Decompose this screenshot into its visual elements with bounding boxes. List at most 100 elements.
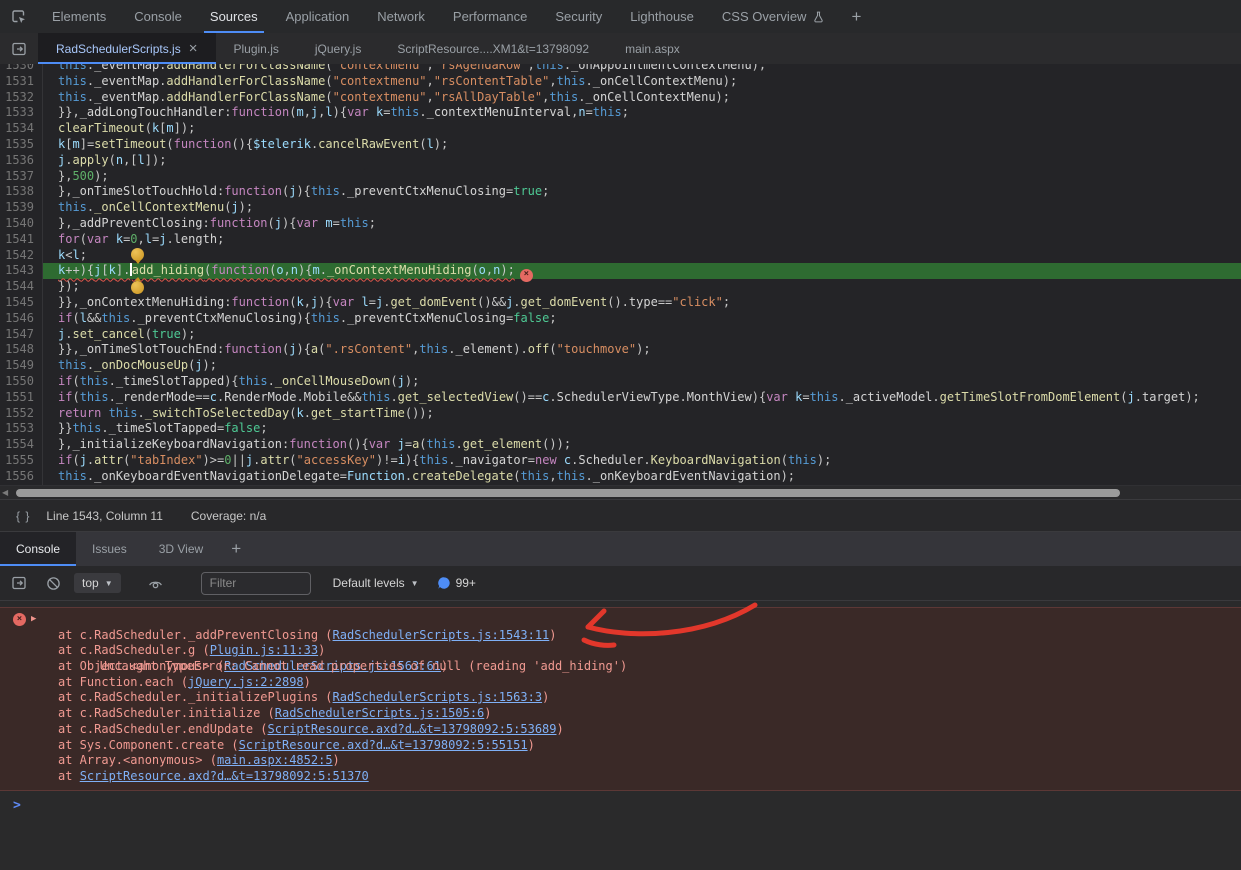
- line-number[interactable]: 1540: [0, 216, 43, 232]
- tab-console[interactable]: Console: [120, 0, 196, 33]
- code-line[interactable]: 1535k[m]=setTimeout(function(){$telerik.…: [0, 137, 1241, 153]
- live-expression-eye-icon[interactable]: [143, 570, 169, 596]
- line-number[interactable]: 1548: [0, 342, 43, 358]
- more-drawer-tabs-button[interactable]: +: [219, 532, 253, 566]
- console-prompt[interactable]: >: [0, 791, 1241, 813]
- stack-frame-link[interactable]: RadSchedulerScripts.js:1563:3: [333, 690, 543, 704]
- tab-css-overview[interactable]: CSS Overview: [708, 0, 840, 33]
- tab-application[interactable]: Application: [272, 0, 364, 33]
- code-line[interactable]: 1554},_initializeKeyboardNavigation:func…: [0, 437, 1241, 453]
- line-number[interactable]: 1537: [0, 169, 43, 185]
- line-number[interactable]: 1545: [0, 295, 43, 311]
- line-number[interactable]: 1554: [0, 437, 43, 453]
- line-number[interactable]: 1542: [0, 248, 43, 264]
- code-line[interactable]: 1531this._eventMap.addHandlerForClassNam…: [0, 74, 1241, 90]
- line-number[interactable]: 1546: [0, 311, 43, 327]
- inspect-element-icon[interactable]: [0, 0, 38, 33]
- drawer-tab-console[interactable]: Console: [0, 532, 76, 566]
- javascript-context-dropdown[interactable]: top ▼: [74, 573, 121, 593]
- line-number[interactable]: 1539: [0, 200, 43, 216]
- code-line[interactable]: 1536j.apply(n,[l]);: [0, 153, 1241, 169]
- close-icon[interactable]: ×: [189, 41, 198, 56]
- line-number[interactable]: 1533: [0, 105, 43, 121]
- drawer-tab-3d-view[interactable]: 3D View: [143, 532, 219, 566]
- scroll-left-arrow-icon[interactable]: ◀: [2, 488, 8, 497]
- line-number[interactable]: 1549: [0, 358, 43, 374]
- line-number[interactable]: 1553: [0, 421, 43, 437]
- stack-frame-link[interactable]: ScriptResource.axd?d…&t=13798092:5:55151: [239, 738, 528, 752]
- stack-frame-link[interactable]: ScriptResource.axd?d…&t=13798092:5:51370: [80, 769, 369, 783]
- line-number[interactable]: 1552: [0, 406, 43, 422]
- code-line[interactable]: 1533}},_addLongTouchHandler:function(m,j…: [0, 105, 1241, 121]
- code-line[interactable]: 1530this._eventMap.addHandlerForClassNam…: [0, 64, 1241, 74]
- code-line[interactable]: 1534clearTimeout(k[m]);: [0, 121, 1241, 137]
- code-line[interactable]: 1546if(l&&this._preventCtxMenuClosing){t…: [0, 311, 1241, 327]
- more-panels-button[interactable]: +: [839, 0, 873, 33]
- tab-security[interactable]: Security: [541, 0, 616, 33]
- code-line[interactable]: 1549this._onDocMouseUp(j);: [0, 358, 1241, 374]
- console-filter-input[interactable]: [201, 572, 311, 595]
- line-number[interactable]: 1544: [0, 279, 43, 295]
- tab-sources[interactable]: Sources: [196, 0, 272, 33]
- stack-frame-link[interactable]: main.aspx:4852:5: [217, 753, 333, 767]
- line-number[interactable]: 1531: [0, 74, 43, 90]
- tab-elements[interactable]: Elements: [38, 0, 120, 33]
- line-number[interactable]: 1555: [0, 453, 43, 469]
- code-line[interactable]: 1556this._onKeyboardEventNavigationDeleg…: [0, 469, 1241, 485]
- tab-lighthouse[interactable]: Lighthouse: [616, 0, 708, 33]
- selection-handle-top[interactable]: [131, 248, 144, 261]
- scrollbar-thumb[interactable]: [16, 489, 1120, 497]
- file-tab[interactable]: RadSchedulerScripts.js×: [38, 33, 216, 64]
- line-number[interactable]: 1534: [0, 121, 43, 137]
- code-line[interactable]: 1538},_onTimeSlotTouchHold:function(j){t…: [0, 184, 1241, 200]
- code-line[interactable]: 1540},_addPreventClosing:function(j){var…: [0, 216, 1241, 232]
- stack-frame-link[interactable]: RadSchedulerScripts.js:1505:6: [275, 706, 485, 720]
- file-tab[interactable]: ScriptResource....XM1&t=13798092: [379, 33, 607, 64]
- line-number[interactable]: 1541: [0, 232, 43, 248]
- stack-frame-link[interactable]: Plugin.js:11:33: [210, 643, 318, 657]
- stack-frame-link[interactable]: ScriptResource.axd?d…&t=13798092:5:53689: [268, 722, 557, 736]
- code-editor[interactable]: 1530this._eventMap.addHandlerForClassNam…: [0, 64, 1241, 485]
- code-line[interactable]: 1532this._eventMap.addHandlerForClassNam…: [0, 90, 1241, 106]
- line-number[interactable]: 1550: [0, 374, 43, 390]
- code-line[interactable]: 1555if(j.attr("tabIndex")>=0||j.attr("ac…: [0, 453, 1241, 469]
- file-tab[interactable]: Plugin.js: [216, 33, 297, 64]
- line-number[interactable]: 1551: [0, 390, 43, 406]
- file-tab[interactable]: main.aspx: [607, 33, 698, 64]
- line-number[interactable]: 1556: [0, 469, 43, 485]
- stack-frame-link[interactable]: RadSchedulerScripts.js:1543:11: [333, 628, 550, 642]
- line-number[interactable]: 1547: [0, 327, 43, 343]
- code-line[interactable]: 1541for(var k=0,l=j.length;: [0, 232, 1241, 248]
- issues-counter[interactable]: 99+: [437, 576, 476, 590]
- error-highlighted-line[interactable]: 1543k++){j[k].add_hiding(function(o,n){m…: [0, 263, 1241, 279]
- line-number[interactable]: 1543: [0, 263, 43, 279]
- code-line[interactable]: 1548}},_onTimeSlotTouchEnd:function(j){a…: [0, 342, 1241, 358]
- stack-frame-link[interactable]: jQuery.js:2:2898: [188, 675, 304, 689]
- expand-triangle-icon[interactable]: ▶: [31, 612, 36, 628]
- tab-network[interactable]: Network: [363, 0, 439, 33]
- code-line[interactable]: 1537},500);: [0, 169, 1241, 185]
- drawer-tab-issues[interactable]: Issues: [76, 532, 143, 566]
- code-line[interactable]: 1553}}this._timeSlotTapped=false;: [0, 421, 1241, 437]
- code-line[interactable]: 1544});: [0, 279, 1241, 295]
- clear-console-icon[interactable]: [40, 570, 66, 596]
- line-number[interactable]: 1535: [0, 137, 43, 153]
- selection-handle-bottom[interactable]: [131, 281, 144, 294]
- file-tab[interactable]: jQuery.js: [297, 33, 379, 64]
- code-line[interactable]: 1550if(this._timeSlotTapped){this._onCel…: [0, 374, 1241, 390]
- code-line[interactable]: 1547j.set_cancel(true);: [0, 327, 1241, 343]
- line-number[interactable]: 1538: [0, 184, 43, 200]
- log-levels-dropdown[interactable]: Default levels ▼: [333, 576, 419, 590]
- code-line[interactable]: 1551if(this._renderMode==c.RenderMode.Mo…: [0, 390, 1241, 406]
- line-number[interactable]: 1532: [0, 90, 43, 106]
- navigator-toggle-icon[interactable]: [0, 33, 38, 64]
- line-number[interactable]: 1530: [0, 64, 43, 74]
- code-line[interactable]: 1545}},_onContextMenuHiding:function(k,j…: [0, 295, 1241, 311]
- code-line[interactable]: 1539this._onCellContextMenu(j);: [0, 200, 1241, 216]
- code-line[interactable]: 1542k<l;: [0, 248, 1241, 264]
- line-number[interactable]: 1536: [0, 153, 43, 169]
- tab-performance[interactable]: Performance: [439, 0, 541, 33]
- pretty-print-button[interactable]: { }: [10, 509, 36, 523]
- horizontal-scrollbar[interactable]: ◀: [0, 485, 1241, 499]
- code-line[interactable]: 1552return this._switchToSelectedDay(k.g…: [0, 406, 1241, 422]
